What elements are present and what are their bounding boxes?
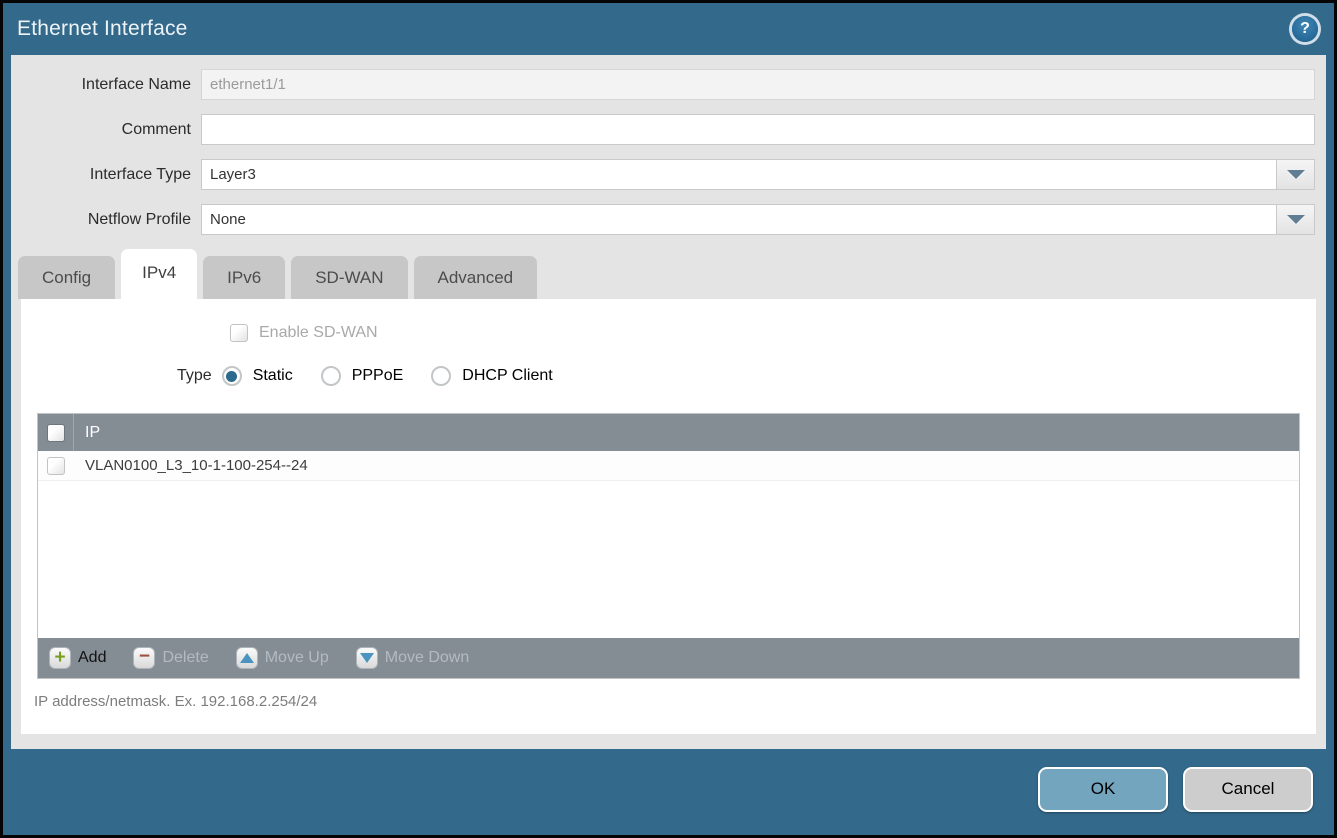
ip-format-hint: IP address/netmask. Ex. 192.168.2.254/24 xyxy=(34,693,1316,710)
arrow-down-glyph xyxy=(360,653,374,663)
arrow-up-icon xyxy=(236,647,258,669)
radio-static[interactable] xyxy=(222,366,242,386)
tab-advanced[interactable]: Advanced xyxy=(414,256,538,299)
ip-column-header: IP xyxy=(74,424,100,442)
header-checkbox-cell xyxy=(38,414,74,451)
comment-label: Comment xyxy=(11,121,201,139)
radio-dhcp-client[interactable] xyxy=(431,366,451,386)
type-label: Type xyxy=(177,367,212,385)
plus-icon: + xyxy=(49,647,71,669)
comment-fieldwrap xyxy=(201,114,1315,145)
radio-pppoe[interactable] xyxy=(321,366,341,386)
comment-row: Comment xyxy=(11,114,1315,145)
enable-sdwan-checkbox xyxy=(230,324,248,342)
interface-type-label: Interface Type xyxy=(11,166,201,184)
minus-icon: − xyxy=(133,647,155,669)
ip-cell-value[interactable]: VLAN0100_L3_10-1-100-254--24 xyxy=(74,457,308,474)
arrow-down-icon xyxy=(356,647,378,669)
table-row[interactable]: VLAN0100_L3_10-1-100-254--24 xyxy=(38,451,1299,481)
dialog-body: Interface Name Comment Interface Type Ne… xyxy=(11,55,1326,749)
netflow-profile-label: Netflow Profile xyxy=(11,211,201,229)
select-all-checkbox[interactable] xyxy=(47,424,65,442)
chevron-down-icon xyxy=(1287,170,1305,179)
move-down-button-label: Move Down xyxy=(385,649,469,667)
ip-table: IP VLAN0100_L3_10-1-100-254--24 + Add − xyxy=(37,413,1300,679)
add-button[interactable]: + Add xyxy=(49,647,106,669)
interface-name-fieldwrap xyxy=(201,69,1315,100)
radio-static-label[interactable]: Static xyxy=(253,367,293,385)
row-checkbox-cell xyxy=(38,451,74,480)
interface-type-dropdown-button[interactable] xyxy=(1277,159,1315,190)
tab-bar: Config IPv4 IPv6 SD-WAN Advanced xyxy=(11,249,1326,299)
netflow-profile-dropdown-button[interactable] xyxy=(1277,204,1315,235)
row-checkbox[interactable] xyxy=(47,457,65,475)
radio-pppoe-label[interactable]: PPPoE xyxy=(352,367,404,385)
interface-name-row: Interface Name xyxy=(11,69,1315,100)
radio-dot xyxy=(226,371,237,382)
help-icon[interactable]: ? xyxy=(1292,16,1318,42)
minus-glyph: − xyxy=(139,647,150,666)
move-up-button: Move Up xyxy=(236,647,329,669)
ipv4-panel: Enable SD-WAN Type Static PPPoE DHCP Cli… xyxy=(21,299,1316,734)
netflow-profile-input[interactable] xyxy=(201,204,1277,235)
interface-type-input[interactable] xyxy=(201,159,1277,190)
tab-config[interactable]: Config xyxy=(18,256,115,299)
dialog-footer: OK Cancel xyxy=(3,749,1334,835)
ok-button[interactable]: OK xyxy=(1038,767,1168,812)
tab-ipv4[interactable]: IPv4 xyxy=(121,249,197,299)
move-up-button-label: Move Up xyxy=(265,649,329,667)
interface-name-input xyxy=(201,69,1315,100)
tab-ipv6[interactable]: IPv6 xyxy=(203,256,285,299)
table-empty-area xyxy=(38,481,1299,638)
netflow-profile-row: Netflow Profile xyxy=(11,204,1315,235)
enable-sdwan-label: Enable SD-WAN xyxy=(259,324,378,342)
plus-glyph: + xyxy=(54,648,65,667)
arrow-up-glyph xyxy=(240,653,254,663)
netflow-profile-dropdown xyxy=(201,204,1315,235)
interface-type-row: Interface Type xyxy=(11,159,1315,190)
table-toolbar: + Add − Delete Move Up Move Down xyxy=(38,638,1299,678)
type-radio-group: Type Static PPPoE DHCP Client xyxy=(21,342,1316,386)
tab-sdwan[interactable]: SD-WAN xyxy=(291,256,407,299)
interface-name-label: Interface Name xyxy=(11,76,201,94)
delete-button: − Delete xyxy=(133,647,208,669)
cancel-button[interactable]: Cancel xyxy=(1183,767,1313,812)
ip-table-header: IP xyxy=(38,414,1299,451)
enable-sdwan-row: Enable SD-WAN xyxy=(21,299,1316,342)
chevron-down-icon xyxy=(1287,215,1305,224)
radio-dhcp-client-label[interactable]: DHCP Client xyxy=(462,367,552,385)
interface-type-dropdown xyxy=(201,159,1315,190)
ethernet-interface-dialog: Ethernet Interface ? Interface Name Comm… xyxy=(0,0,1337,838)
dialog-title: Ethernet Interface xyxy=(17,17,188,41)
comment-input[interactable] xyxy=(201,114,1315,145)
delete-button-label: Delete xyxy=(162,649,208,667)
add-button-label: Add xyxy=(78,649,106,667)
move-down-button: Move Down xyxy=(356,647,469,669)
titlebar: Ethernet Interface ? xyxy=(3,3,1334,55)
